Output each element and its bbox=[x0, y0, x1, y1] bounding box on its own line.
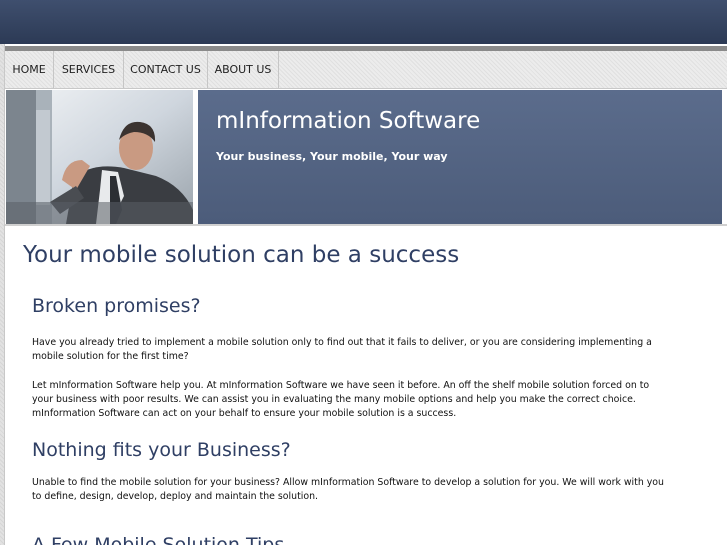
nav-item-about-us[interactable]: ABOUT US bbox=[208, 51, 279, 88]
nav-item-home[interactable]: HOME bbox=[5, 51, 54, 88]
section-heading-broken-promises: Broken promises? bbox=[32, 295, 201, 317]
banner-panel: mInformation Software Your business, You… bbox=[198, 90, 722, 224]
section-heading-mobile-tips: A Few Mobile Solution Tips bbox=[32, 534, 285, 545]
nav-item-services[interactable]: SERVICES bbox=[54, 51, 124, 88]
page-container: HOME SERVICES CONTACT US ABOUT US mInfor… bbox=[4, 44, 727, 545]
banner-photo bbox=[6, 90, 193, 224]
header-band bbox=[0, 0, 727, 44]
nav-item-contact-us[interactable]: CONTACT US bbox=[124, 51, 208, 88]
paragraph: Have you already tried to implement a mo… bbox=[32, 337, 652, 362]
paragraph: Unable to find the mobile solution for y… bbox=[32, 477, 664, 502]
site-title: mInformation Software bbox=[216, 108, 481, 134]
main-nav: HOME SERVICES CONTACT US ABOUT US bbox=[5, 51, 727, 89]
paragraph: Let mInformation Software help you. At m… bbox=[32, 380, 650, 419]
page-title: Your mobile solution can be a success bbox=[23, 242, 460, 268]
site-tagline: Your business, Your mobile, Your way bbox=[216, 150, 448, 163]
banner-divider bbox=[5, 224, 727, 226]
section-heading-nothing-fits: Nothing fits your Business? bbox=[32, 439, 291, 461]
businessman-photo-image bbox=[6, 90, 193, 224]
